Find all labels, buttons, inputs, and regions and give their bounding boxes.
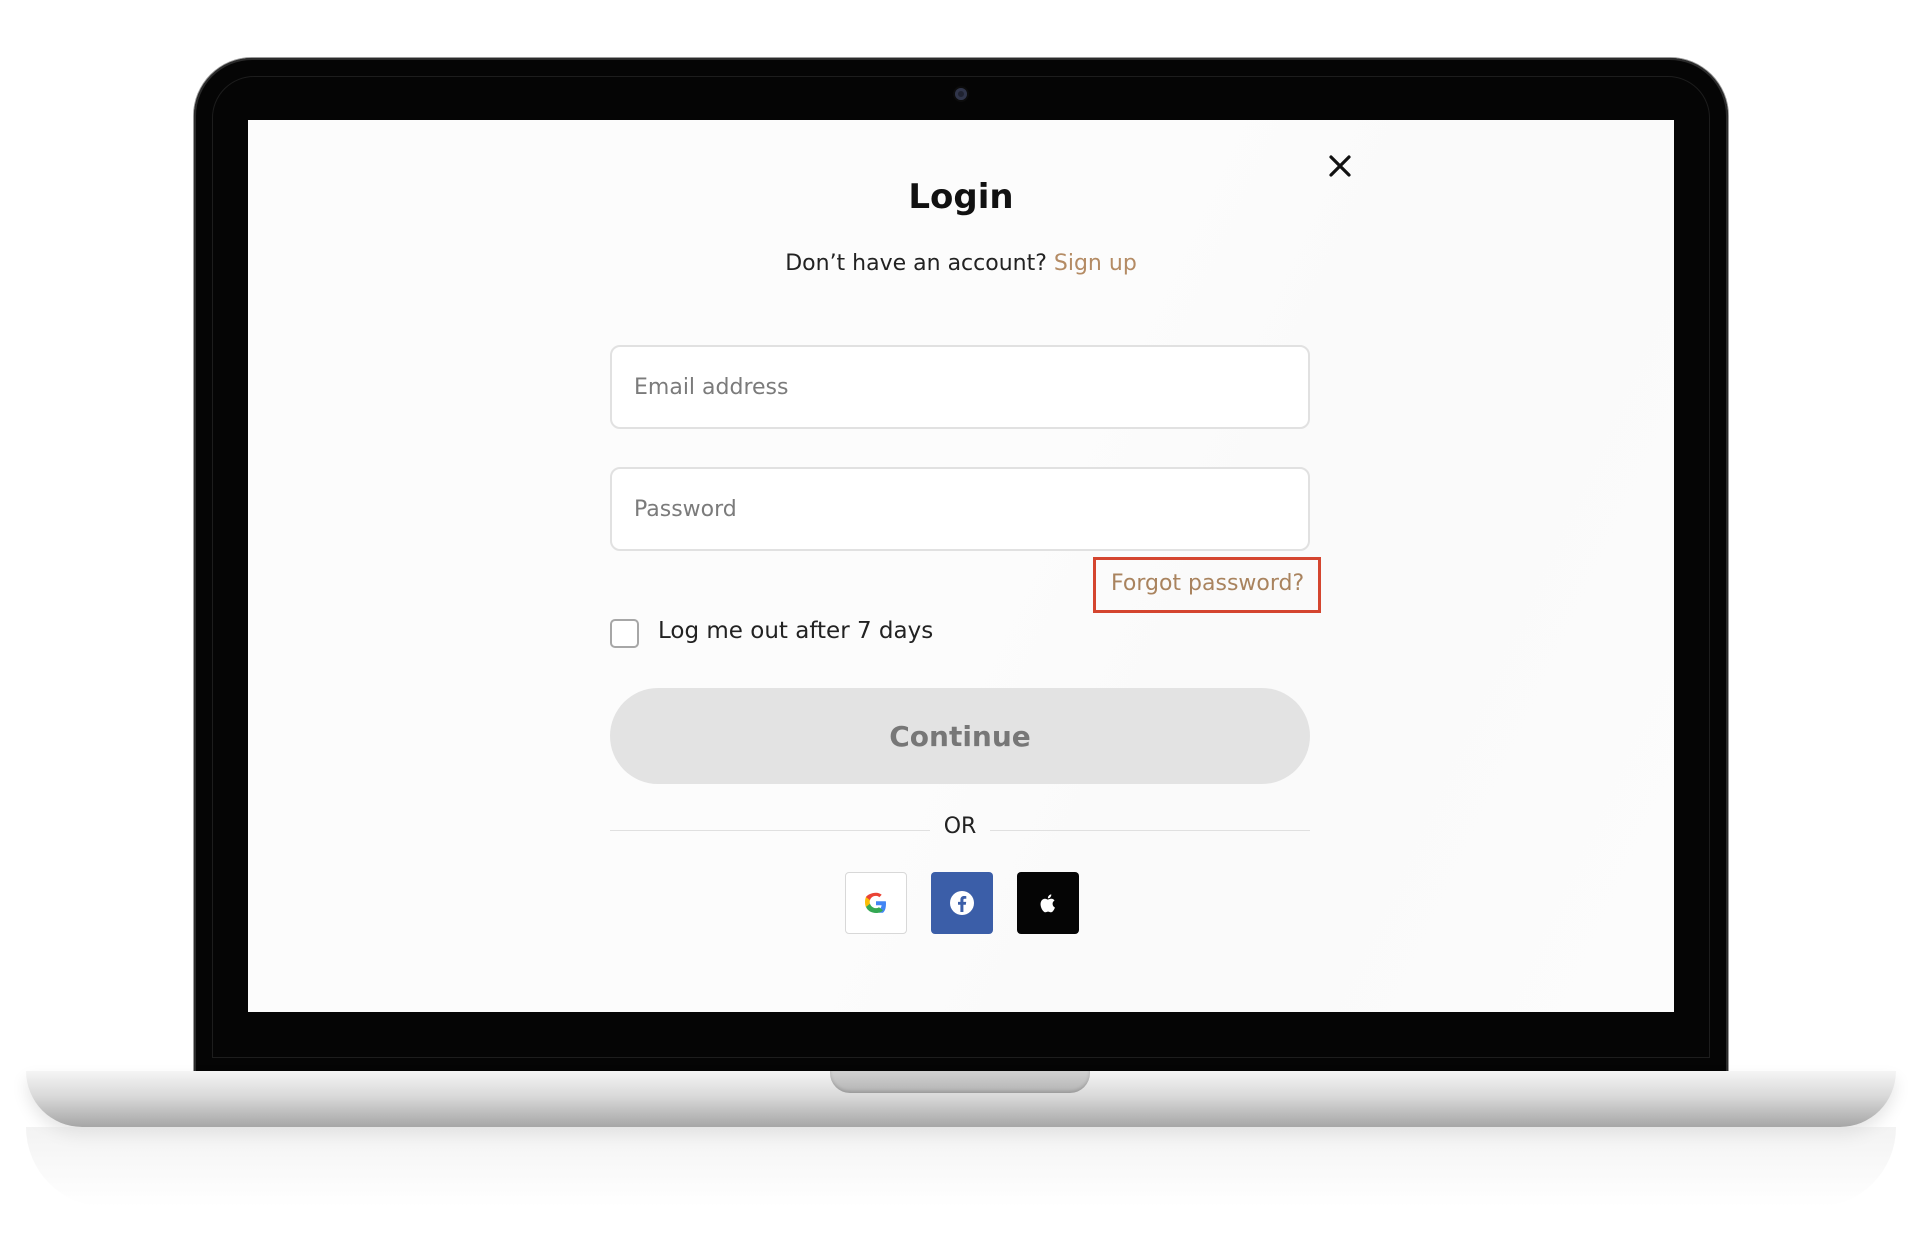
apple-login-button[interactable] [1017,872,1079,934]
login-modal: Login Don’t have an account? Sign up For… [248,120,1674,1012]
logout-checkbox[interactable] [610,619,639,648]
laptop-reflection [26,1127,1896,1207]
forgot-password-highlight: Forgot password? [1093,557,1321,613]
apple-icon [1040,894,1055,913]
camera-icon [955,88,967,100]
page-title: Login [908,177,1014,217]
google-icon [865,892,886,913]
laptop-notch [830,1071,1090,1093]
remember-row: Log me out after 7 days [610,616,1110,652]
signup-prompt: Don’t have an account? Sign up [248,251,1674,276]
password-field-container [610,467,1310,551]
email-field[interactable] [612,347,1308,427]
password-field[interactable] [612,469,1308,549]
forgot-password-link[interactable]: Forgot password? [1111,571,1304,596]
signup-link[interactable]: Sign up [1054,251,1137,276]
email-field-container [610,345,1310,429]
or-divider-text: OR [943,814,977,839]
logout-checkbox-label[interactable]: Log me out after 7 days [658,618,933,644]
or-divider: OR [610,813,1310,849]
facebook-icon [950,891,974,915]
continue-button[interactable]: Continue [610,688,1310,784]
facebook-login-button[interactable] [931,872,993,934]
or-divider-line-right [990,830,1310,831]
signup-prompt-text: Don’t have an account? [785,251,1047,276]
google-login-button[interactable] [845,872,907,934]
social-login-row [845,872,1081,934]
screenshot-stage: Login Don’t have an account? Sign up For… [0,0,1918,1240]
